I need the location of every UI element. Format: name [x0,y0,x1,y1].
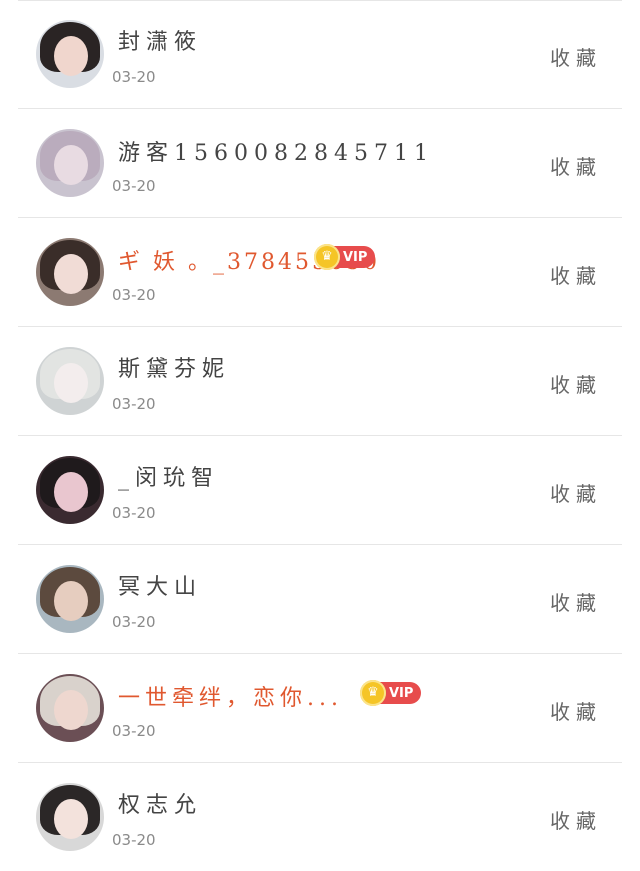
avatar-face [54,363,88,403]
list-item[interactable]: 封潇筱 03-20 收藏 [0,0,640,108]
crown-icon: ♛ [360,680,386,706]
avatar[interactable] [36,20,104,88]
date: 03-20 [112,395,156,413]
list-item[interactable]: _闵玧智 03-20 收藏 [0,436,640,544]
list-item[interactable]: 游客1560082845711 03-20 收藏 [0,109,640,217]
avatar-face [54,145,88,185]
user-name: 一世牵绊，恋你... [118,686,343,711]
collect-button[interactable]: 收藏 [550,42,602,71]
vip-badge: ♛ VIP [314,244,376,270]
vip-badge: ♛ VIP [360,680,422,706]
collect-button[interactable]: 收藏 [550,587,602,616]
date: 03-20 [112,177,156,195]
date: 03-20 [112,613,156,631]
avatar[interactable] [36,456,104,524]
avatar-face [54,690,88,730]
user-name: 斯黛芬妮 [118,357,231,382]
date: 03-20 [112,831,156,849]
avatar[interactable] [36,674,104,742]
user-name: 权志允 [118,793,203,818]
avatar[interactable] [36,347,104,415]
avatar-face [54,799,88,839]
collect-button[interactable]: 收藏 [550,478,602,507]
date: 03-20 [112,68,156,86]
list-item[interactable]: ギ 妖 。_378455650 ♛ VIP 03-20 收藏 [0,218,640,326]
avatar-face [54,254,88,294]
date: 03-20 [112,722,156,740]
date: 03-20 [112,504,156,522]
list-item[interactable]: 权志允 03-20 收藏 [0,763,640,871]
avatar-face [54,472,88,512]
avatar[interactable] [36,565,104,633]
list-item[interactable]: 斯黛芬妮 03-20 收藏 [0,327,640,435]
user-name: _闵玧智 [118,466,220,491]
collect-button[interactable]: 收藏 [550,369,602,398]
avatar[interactable] [36,129,104,197]
collect-button[interactable]: 收藏 [550,260,602,289]
crown-icon: ♛ [314,244,340,270]
collect-button[interactable]: 收藏 [550,805,602,834]
date: 03-20 [112,286,156,304]
user-name: 冥大山 [118,575,203,600]
vip-label: VIP [343,249,368,265]
user-name: 封潇筱 [118,30,203,55]
avatar-face [54,581,88,621]
collect-button[interactable]: 收藏 [550,696,602,725]
collect-button[interactable]: 收藏 [550,151,602,180]
user-name: 游客1560082845711 [118,141,434,166]
avatar-face [54,36,88,76]
vip-label: VIP [389,685,414,701]
list-item[interactable]: 冥大山 03-20 收藏 [0,545,640,653]
list-item[interactable]: 一世牵绊，恋你... ♛ VIP 03-20 收藏 [0,654,640,762]
avatar[interactable] [36,238,104,306]
avatar[interactable] [36,783,104,851]
